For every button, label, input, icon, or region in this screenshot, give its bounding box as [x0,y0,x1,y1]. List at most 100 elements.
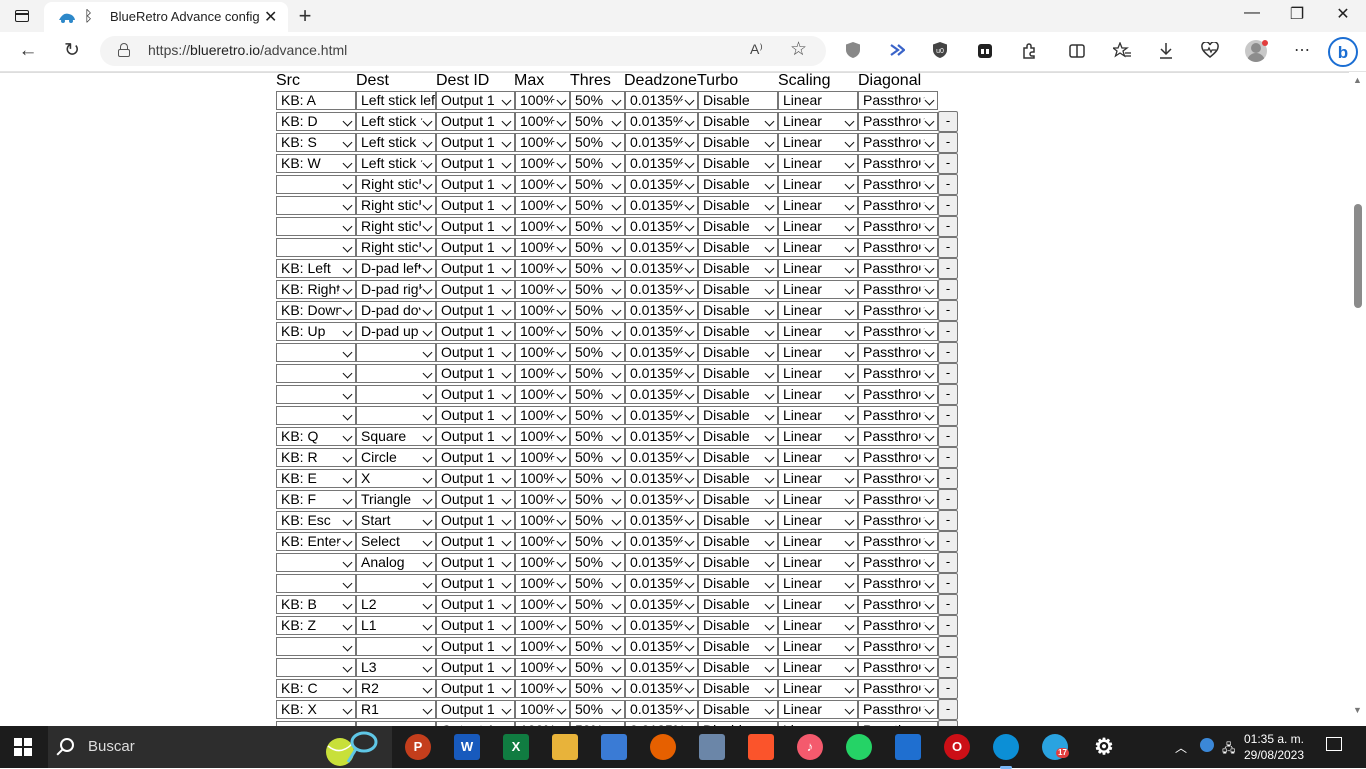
scaling-select[interactable]: Linear [778,133,858,152]
max-select[interactable]: 100% [515,532,570,551]
dest-id-select[interactable]: Output 1 [436,490,515,509]
extension-tile-icon[interactable] [977,43,993,59]
dest-select[interactable]: R2 [356,679,436,698]
threshold-select[interactable]: 50% [570,658,625,677]
translate-icon[interactable] [889,42,905,58]
max-select[interactable]: 100% [515,427,570,446]
diagonal-select[interactable]: Passthrou [858,322,938,341]
turbo-select[interactable]: Disable [698,259,778,278]
max-select[interactable]: 100% [515,595,570,614]
diagonal-select[interactable]: Passthrou [858,469,938,488]
tray-overflow-icon[interactable]: ︿ [1175,739,1187,756]
deadzone-select[interactable]: 0.0135% [625,364,698,383]
turbo-select[interactable]: Disable [698,406,778,425]
deadzone-select[interactable]: 0.0135% [625,574,698,593]
src-select[interactable] [276,196,356,215]
deadzone-select[interactable]: 0.0135% [625,217,698,236]
src-select[interactable]: KB: S [276,133,356,152]
threshold-select[interactable]: 50% [570,595,625,614]
threshold-select[interactable]: 50% [570,217,625,236]
scaling-select[interactable]: Linear [778,700,858,719]
browser-essentials-icon[interactable] [1201,42,1219,58]
delete-row-button[interactable]: - [938,321,958,342]
scaling-select[interactable]: Linear [778,154,858,173]
src-select[interactable]: KB: Esc [276,511,356,530]
dest-id-select[interactable]: Output 1 [436,259,515,278]
deadzone-select[interactable]: 0.0135% [625,301,698,320]
dest-id-select[interactable]: Output 1 [436,553,515,572]
src-select[interactable] [276,658,356,677]
deadzone-select[interactable]: 0.0135% [625,385,698,404]
diagonal-select[interactable]: Passthrou [858,448,938,467]
diagonal-select[interactable]: Passthrou [858,574,938,593]
dest-id-select[interactable]: Output 1 [436,448,515,467]
diagonal-select[interactable]: Passthrou [858,196,938,215]
whatsapp-icon[interactable] [846,734,872,760]
dest-select[interactable]: Left stick left [356,91,436,110]
src-select[interactable]: KB: Right [276,280,356,299]
threshold-select[interactable]: 50% [570,364,625,383]
src-select[interactable]: KB: X [276,700,356,719]
src-select[interactable] [276,343,356,362]
dest-select[interactable]: L2 [356,595,436,614]
src-select[interactable] [276,175,356,194]
max-select[interactable]: 100% [515,238,570,257]
max-select[interactable]: 100% [515,490,570,509]
deadzone-select[interactable]: 0.0135% [625,196,698,215]
src-select[interactable] [276,574,356,593]
max-select[interactable]: 100% [515,448,570,467]
threshold-select[interactable]: 50% [570,700,625,719]
max-select[interactable]: 100% [515,154,570,173]
favorites-icon[interactable] [1113,42,1131,59]
deadzone-select[interactable]: 0.0135% [625,448,698,467]
dest-select[interactable]: Right stick [356,196,436,215]
dest-select[interactable]: L3 [356,658,436,677]
delete-row-button[interactable]: - [938,111,958,132]
deadzone-select[interactable]: 0.0135% [625,553,698,572]
split-screen-icon[interactable] [1069,43,1085,59]
dest-id-select[interactable]: Output 1 [436,406,515,425]
dest-id-select[interactable]: Output 1 [436,700,515,719]
turbo-select[interactable]: Disable [698,427,778,446]
delete-row-button[interactable]: - [938,258,958,279]
threshold-select[interactable]: 50% [570,91,625,110]
src-select[interactable] [276,364,356,383]
max-select[interactable]: 100% [515,469,570,488]
network-volume-icon[interactable]: 🖧 [1222,739,1235,760]
diagonal-select[interactable]: Passthrou [858,616,938,635]
dest-select[interactable]: D-pad up [356,322,436,341]
delete-row-button[interactable]: - [938,237,958,258]
new-tab-button[interactable]: + [294,3,316,29]
max-select[interactable]: 100% [515,658,570,677]
scaling-select[interactable]: Linear [778,490,858,509]
tab-actions-icon[interactable] [12,7,32,25]
scaling-select[interactable]: Linear [778,469,858,488]
lock-icon[interactable] [118,43,130,57]
dest-id-select[interactable]: Output 1 [436,280,515,299]
delete-row-button[interactable]: - [938,279,958,300]
dest-id-select[interactable]: Output 1 [436,322,515,341]
scaling-select[interactable]: Linear [778,301,858,320]
windows-start-icon[interactable] [14,738,32,756]
deadzone-select[interactable]: 0.0135% [625,700,698,719]
firefox-icon[interactable] [650,734,676,760]
scaling-select[interactable]: Linear [778,574,858,593]
deadzone-select[interactable]: 0.0135% [625,427,698,446]
diagonal-select[interactable]: Passthrou [858,217,938,236]
deadzone-select[interactable]: 0.0135% [625,175,698,194]
microsoft-store-icon[interactable] [895,734,921,760]
max-select[interactable]: 100% [515,679,570,698]
max-select[interactable]: 100% [515,343,570,362]
src-select[interactable]: KB: R [276,448,356,467]
delete-row-button[interactable]: - [938,342,958,363]
threshold-select[interactable]: 50% [570,343,625,362]
dest-select[interactable]: Right stick [356,238,436,257]
bing-chat-icon[interactable]: b [1327,36,1359,68]
dest-id-select[interactable]: Output 1 [436,112,515,131]
threshold-select[interactable]: 50% [570,574,625,593]
dest-select[interactable] [356,637,436,656]
src-select[interactable] [276,406,356,425]
deadzone-select[interactable]: 0.0135% [625,343,698,362]
threshold-select[interactable]: 50% [570,154,625,173]
threshold-select[interactable]: 50% [570,259,625,278]
